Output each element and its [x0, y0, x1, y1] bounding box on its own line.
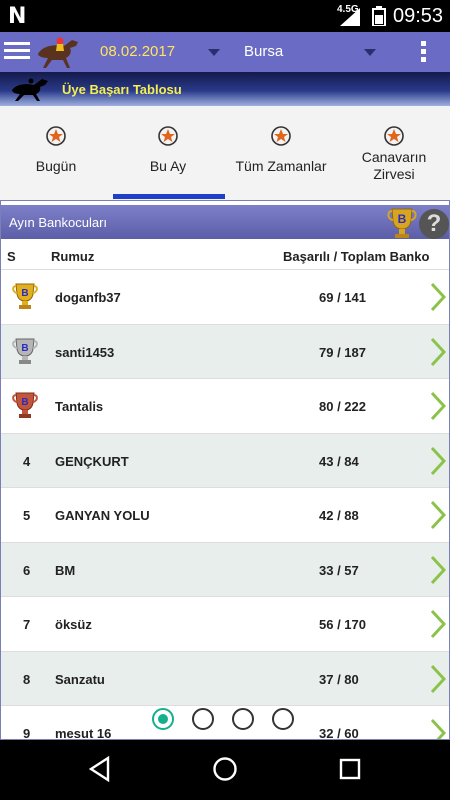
chevron-right-icon [430, 337, 446, 366]
leaderboard-rows: B doganfb37 69 / 141 B santi1453 79 / 18… [1, 269, 449, 740]
table-row[interactable]: 5 GANYAN YOLU 42 / 88 [1, 487, 449, 542]
nick: Tantalis [55, 399, 104, 414]
table-row[interactable]: 7 öksüz 56 / 170 [1, 596, 449, 651]
score: 37 / 80 [319, 671, 359, 687]
chevron-right-icon [430, 664, 446, 693]
tab-today[interactable]: Bugün [0, 106, 112, 200]
column-header-score: Başarılı / Toplam Banko [283, 249, 430, 264]
help-icon[interactable]: ? [419, 209, 449, 239]
star-icon [46, 126, 66, 146]
chevron-right-icon [430, 282, 446, 312]
signal-icon [340, 8, 360, 26]
racehorse-icon [12, 78, 48, 101]
chevron-down-icon [208, 49, 220, 56]
score: 32 / 60 [319, 726, 359, 740]
nick: Sanzatu [55, 671, 105, 687]
tab-label: Tüm Zamanlar [235, 158, 327, 174]
battery-icon [372, 6, 386, 26]
score: 80 / 222 [319, 399, 366, 414]
app-bar: 08.02.2017 Bursa [0, 32, 450, 72]
leaderboard-card: Ayın Bankocuları B ? S Rumuz Başarılı / … [0, 200, 450, 740]
back-icon[interactable] [88, 756, 112, 782]
rank: 6 [23, 562, 31, 578]
city-dropdown[interactable]: Bursa [242, 32, 382, 72]
page-dot-3[interactable] [232, 708, 254, 730]
page-dot-2[interactable] [192, 708, 214, 730]
column-header-rank: S [7, 249, 16, 264]
bronze-trophy-icon: B [12, 392, 38, 418]
score: 69 / 141 [319, 290, 366, 305]
chevron-down-icon [364, 49, 376, 56]
trophy-letter: B [21, 397, 28, 408]
score: 33 / 57 [319, 562, 359, 578]
trophy-letter: B [21, 288, 28, 299]
silver-trophy-icon: B [12, 338, 38, 364]
trophy-letter: B [21, 343, 28, 354]
banner-title: Üye Başarı Tablosu [62, 82, 182, 97]
score: 56 / 170 [319, 617, 366, 632]
star-icon [158, 126, 178, 146]
star-icon [271, 126, 291, 146]
overflow-menu-button[interactable] [412, 38, 434, 68]
nick: BM [55, 562, 76, 578]
rank: 5 [23, 508, 31, 523]
column-header-nick: Rumuz [51, 249, 95, 264]
tab-this-month[interactable]: Bu Ay [112, 106, 224, 200]
table-row[interactable]: B Tantalis 80 / 222 [1, 378, 449, 433]
nick: doganfb37 [55, 290, 121, 305]
chevron-right-icon [430, 391, 446, 421]
tab-label: Canavarın Zirvesi [361, 149, 427, 182]
rank: 7 [23, 617, 31, 632]
selected-city: Bursa [244, 43, 284, 60]
table-row[interactable]: 8 Sanzatu 37 / 80 [1, 650, 449, 705]
gold-trophy-icon: B [12, 283, 38, 309]
tab-selected-indicator [113, 194, 225, 199]
column-headers: S Rumuz Başarılı / Toplam Banko [1, 245, 449, 269]
section-banner: Üye Başarı Tablosu [0, 72, 450, 106]
table-row[interactable]: 4 GENÇKURT 43 / 84 [1, 432, 449, 487]
home-icon[interactable] [212, 756, 238, 782]
notification-icon: N [8, 4, 27, 29]
star-icon [384, 126, 404, 146]
status-bar: N 4.5G 09:53 [0, 0, 450, 32]
rank: 8 [23, 671, 31, 687]
page-indicator [152, 708, 302, 732]
chevron-right-icon [430, 718, 446, 739]
cup-letter: B [398, 212, 407, 226]
nick: mesut 16 [55, 726, 112, 740]
table-row[interactable]: 6 BM 33 / 57 [1, 541, 449, 596]
chevron-right-icon [430, 446, 446, 475]
table-row[interactable]: B doganfb37 69 / 141 [1, 269, 449, 324]
rank: 4 [23, 453, 31, 469]
nick: GENÇKURT [55, 453, 129, 469]
tab-monster-summit[interactable]: Canavarın Zirvesi [338, 106, 450, 200]
page-dot-4[interactable] [272, 708, 294, 730]
tab-all-time[interactable]: Tüm Zamanlar [225, 106, 337, 200]
table-row[interactable]: B santi1453 79 / 187 [1, 323, 449, 378]
jockey-horse-logo [38, 37, 78, 68]
chevron-right-icon [430, 555, 446, 584]
score: 42 / 88 [319, 508, 359, 523]
selected-date: 08.02.2017 [100, 43, 176, 60]
page-dot-1[interactable] [152, 708, 174, 730]
chevron-right-icon [430, 609, 446, 639]
navigation-bar [0, 740, 450, 800]
recents-icon[interactable] [338, 756, 362, 782]
banko-cup-icon: B [387, 208, 417, 238]
rank: 9 [23, 726, 31, 740]
nick: öksüz [55, 617, 92, 632]
clock: 09:53 [393, 5, 444, 27]
nick: GANYAN YOLU [55, 508, 150, 523]
period-tabs: Bugün Bu Ay Tüm Zamanlar Canavarın Zirve… [0, 106, 450, 200]
card-header: Ayın Bankocuları B ? [1, 205, 449, 239]
tab-label: Bugün [35, 158, 77, 174]
score: 79 / 187 [319, 344, 366, 360]
date-dropdown[interactable]: 08.02.2017 [100, 32, 230, 72]
chevron-right-icon [430, 500, 446, 530]
score: 43 / 84 [319, 453, 359, 469]
card-title: Ayın Bankocuları [9, 215, 108, 230]
nick: santi1453 [55, 344, 115, 360]
tab-label: Bu Ay [149, 158, 187, 174]
